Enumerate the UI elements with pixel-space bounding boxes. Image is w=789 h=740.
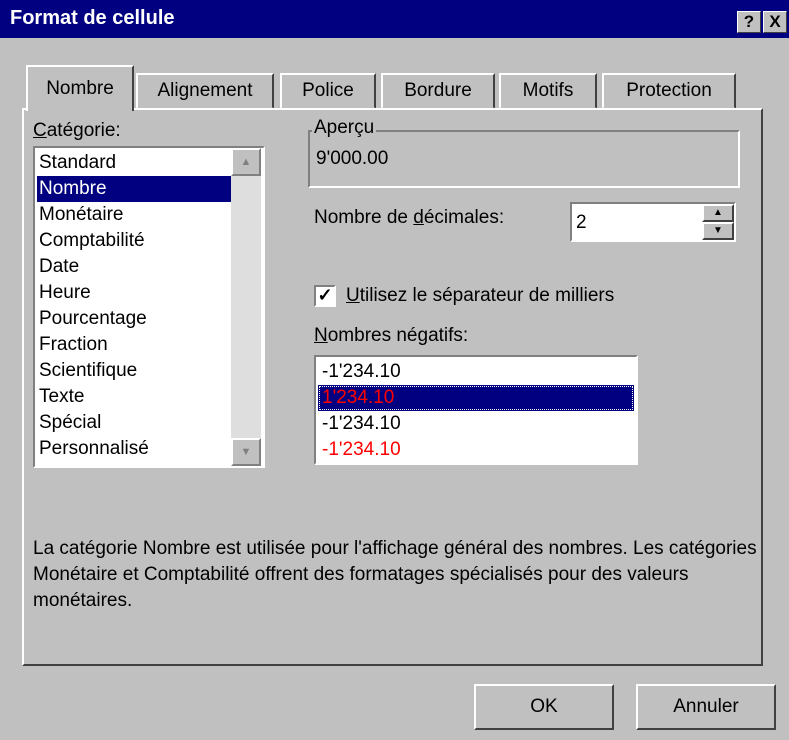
close-button[interactable]: X [763, 11, 787, 33]
negative-option[interactable]: -1'234.10 [318, 411, 634, 437]
category-label: Catégorie: [33, 120, 121, 141]
tab-alignement[interactable]: Alignement [136, 73, 274, 109]
window-title: Format de cellule [10, 7, 175, 29]
ok-button[interactable]: OK [474, 684, 614, 730]
negatives-listbox[interactable]: -1'234.10 1'234.10 -1'234.10 -1'234.10 [314, 355, 638, 465]
category-item-11[interactable]: Personnalisé [37, 436, 232, 462]
negatives-label: Nombres négatifs: [314, 325, 469, 346]
tab-bordure[interactable]: Bordure [381, 73, 495, 109]
scroll-up-button[interactable]: ▲ [231, 148, 261, 176]
category-listbox[interactable]: Standard Nombre Monétaire Comptabilité Date H… [33, 146, 265, 468]
preview-label: Aperçu [312, 117, 377, 139]
tab-nombre[interactable]: Nombre [26, 65, 134, 111]
spin-down-button[interactable]: ▼ [702, 222, 734, 240]
help-button[interactable]: ? [737, 11, 761, 33]
tab-motifs[interactable]: Motifs [499, 73, 597, 109]
category-description: La catégorie Nombre est utilisée pour l'… [33, 538, 757, 611]
category-item-6[interactable]: Pourcentage [37, 306, 232, 332]
decimals-value[interactable]: 2 [576, 212, 587, 234]
category-item-9[interactable]: Texte [37, 384, 232, 410]
category-item-2[interactable]: Monétaire [37, 202, 232, 228]
negative-option-red[interactable]: -1'234.10 [318, 437, 634, 463]
thousands-checkbox[interactable]: ✓ [314, 285, 336, 307]
tab-protection[interactable]: Protection [602, 73, 736, 109]
preview-value: 9'000.00 [316, 148, 389, 169]
category-item-1[interactable]: Nombre [37, 176, 232, 202]
negative-option[interactable]: -1'234.10 [318, 359, 634, 385]
category-item-0[interactable]: Standard [37, 150, 232, 176]
negative-option-selected[interactable]: 1'234.10 [318, 385, 634, 411]
category-item-7[interactable]: Fraction [37, 332, 232, 358]
decimals-spinner[interactable]: 2 ▲ ▼ [570, 202, 736, 242]
title-bar: Format de cellule ? X [0, 0, 789, 38]
category-label-rest: atégorie: [46, 120, 121, 141]
spin-up-button[interactable]: ▲ [702, 204, 734, 222]
scroll-down-button[interactable]: ▼ [231, 438, 261, 466]
category-item-5[interactable]: Heure [37, 280, 232, 306]
category-scrollbar[interactable] [231, 148, 261, 466]
category-item-8[interactable]: Scientifique [37, 358, 232, 384]
checkmark-icon: ✓ [317, 285, 333, 305]
category-item-3[interactable]: Comptabilité [37, 228, 232, 254]
thousands-label[interactable]: Utilisez le séparateur de milliers [346, 285, 614, 307]
category-item-4[interactable]: Date [37, 254, 232, 280]
tab-police[interactable]: Police [280, 73, 376, 109]
cancel-button[interactable]: Annuler [636, 684, 776, 730]
decimals-label: Nombre de décimales: [314, 207, 505, 228]
category-item-10[interactable]: Spécial [37, 410, 232, 436]
